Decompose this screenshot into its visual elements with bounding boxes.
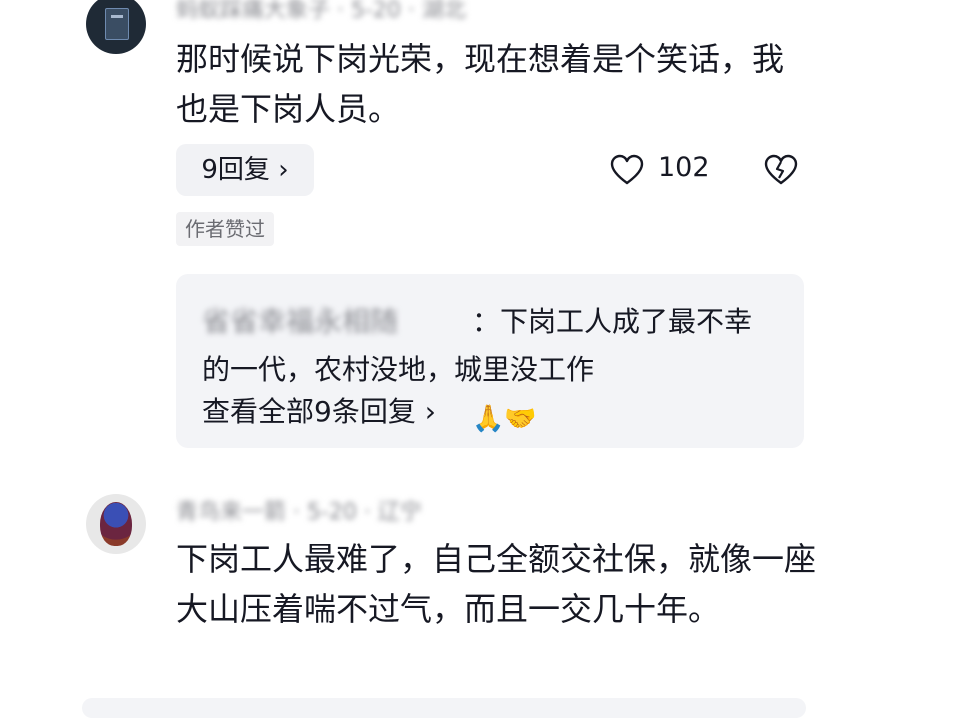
author-liked-badge: 作者赞过	[176, 212, 274, 246]
view-replies-button[interactable]: 9回复 ›	[176, 144, 314, 196]
reply-preview[interactable]: 省省幸福永相随 ：下岗工人成了最不幸的一代，农村没地，城里没工作🙏🤝 查看全部9…	[176, 274, 804, 448]
broken-heart-icon[interactable]	[764, 154, 798, 186]
reply-preview[interactable]	[82, 698, 806, 718]
avatar[interactable]	[86, 0, 146, 54]
comment-meta: 蚂蚁踩痛大象子 · 5-20 · 湖北	[176, 0, 466, 23]
see-all-replies-link[interactable]: 查看全部9条回复 ›	[202, 392, 436, 432]
like-count: 102	[658, 152, 710, 183]
reply-text-content: 下岗工人成了最不幸的一代，农村没地，城里没工作	[202, 305, 753, 386]
avatar[interactable]	[86, 494, 146, 554]
comment-text: 那时候说下岗光荣，现在想着是个笑话，我也是下岗人员。	[176, 40, 785, 128]
heart-outline-icon[interactable]	[610, 154, 644, 186]
comment-text: 下岗工人最难了，自己全额交社保，就像一座大山压着喘不过气，而且一交几十年。	[176, 540, 817, 628]
comment-meta: 青鸟来一箭 · 5-20 · 辽宁	[176, 500, 422, 525]
